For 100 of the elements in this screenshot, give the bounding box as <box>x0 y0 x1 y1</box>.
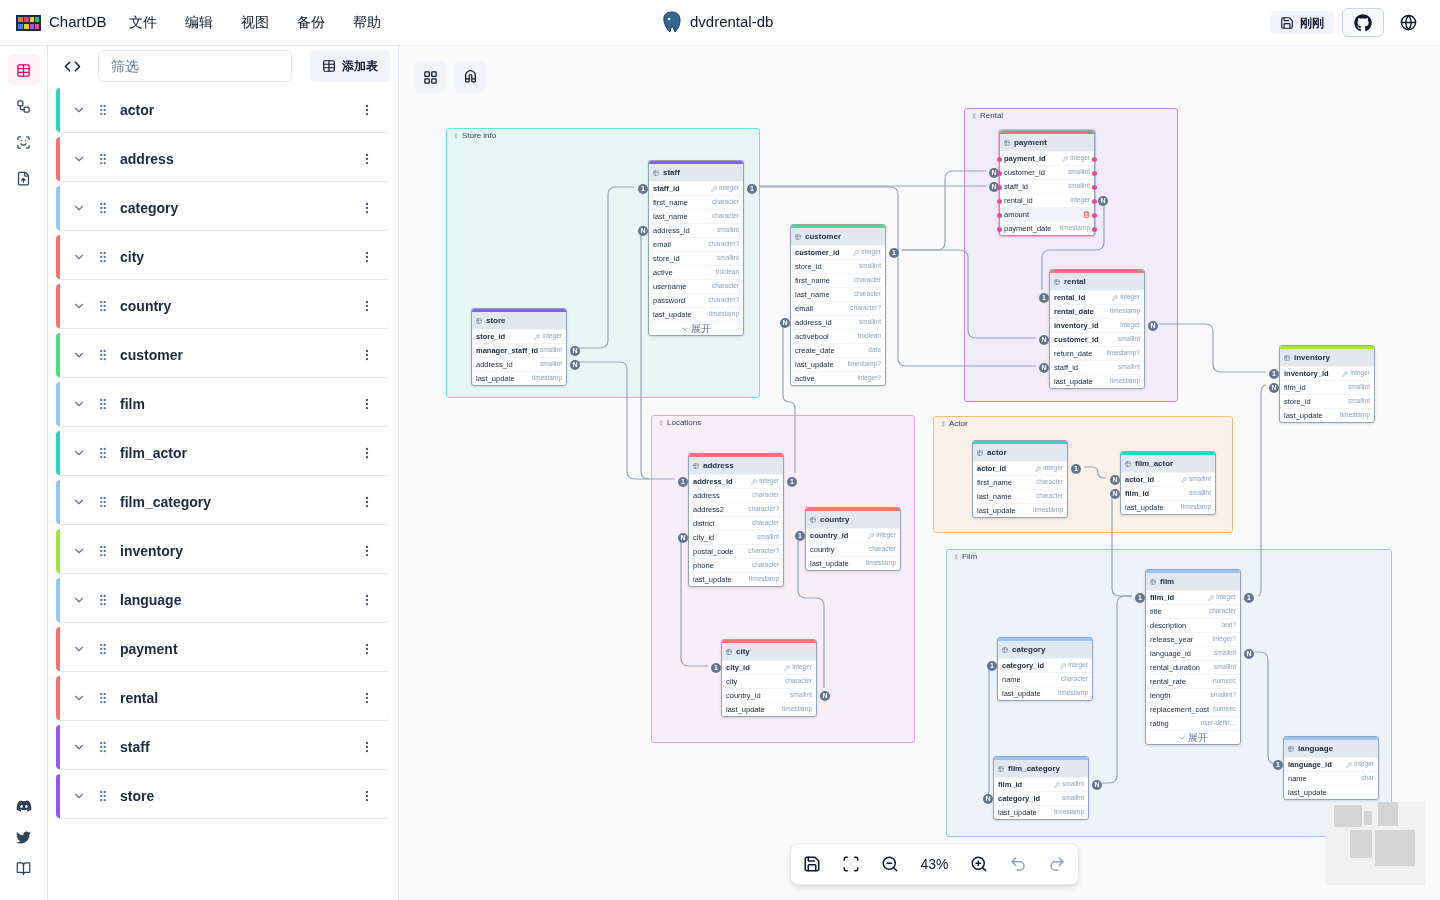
github-icon <box>1354 13 1372 32</box>
save-button[interactable] <box>803 855 821 873</box>
connection-handle[interactable] <box>997 184 1002 190</box>
table-icon <box>1125 460 1131 467</box>
menu-item[interactable]: 编辑 <box>184 12 213 33</box>
key-icon <box>1053 781 1060 788</box>
table-icon <box>1284 354 1290 361</box>
menu-item[interactable]: 文件 <box>128 12 157 33</box>
add-table-button[interactable]: 添加表 <box>310 50 390 82</box>
table-name: film <box>1160 575 1175 588</box>
key-icon <box>868 532 875 539</box>
key-icon <box>751 478 758 485</box>
discord-icon[interactable] <box>15 798 32 814</box>
connection-handle[interactable] <box>1092 170 1097 176</box>
key-icon <box>1035 465 1042 472</box>
connection-handle[interactable] <box>1092 198 1097 204</box>
table-icon <box>653 169 659 176</box>
table-icon <box>977 449 983 456</box>
globe-icon <box>1399 14 1417 31</box>
filter-field[interactable]: 筛选 <box>98 50 292 82</box>
database-name: dvdrental-db <box>690 12 774 32</box>
area-name: Actor <box>949 420 968 428</box>
table-icon <box>1002 646 1008 653</box>
zoom-out-button[interactable] <box>881 855 900 873</box>
app-logo-icon <box>16 14 41 31</box>
table-name: film_category <box>120 492 212 512</box>
layout-grid-button[interactable] <box>414 61 446 93</box>
book-icon[interactable] <box>16 861 31 876</box>
table-list-item[interactable]: rental <box>56 676 390 721</box>
nav-button[interactable] <box>7 54 40 86</box>
bird-icon[interactable] <box>16 830 31 845</box>
redo-icon <box>1047 855 1066 873</box>
table-name: rental <box>1064 275 1086 288</box>
menu-item[interactable]: 备份 <box>296 12 325 33</box>
table-name: category <box>1012 643 1046 656</box>
table-list-item[interactable]: customer <box>56 333 390 378</box>
menu-item[interactable]: 视图 <box>240 12 269 33</box>
table-icon <box>810 516 816 523</box>
table-list-item[interactable]: film <box>56 382 390 427</box>
save-icon <box>803 855 821 873</box>
connection-handle[interactable] <box>1092 184 1097 190</box>
save-button[interactable]: 刚刚 <box>1270 11 1334 34</box>
table-name: city <box>736 645 750 658</box>
table-list-item[interactable]: store <box>56 774 390 819</box>
key-icon <box>1180 476 1187 483</box>
table-list-item[interactable]: language <box>56 578 390 623</box>
table-name: customer <box>120 345 184 365</box>
table-name: country <box>120 296 172 316</box>
drag-handle-icon[interactable] <box>658 420 664 426</box>
zoom-level: 43% <box>920 854 949 874</box>
connection-handle[interactable] <box>997 226 1002 232</box>
connection-handle[interactable] <box>1092 226 1097 232</box>
connection-handle[interactable] <box>997 198 1002 204</box>
table-list-item[interactable]: inventory <box>56 529 390 574</box>
key-icon <box>1112 294 1119 301</box>
area-name: Film <box>962 553 978 561</box>
database-logo-icon <box>662 11 682 34</box>
expand-button[interactable]: 展开 <box>1178 732 1208 743</box>
expand-button[interactable]: 展开 <box>681 323 711 334</box>
connection-handle[interactable] <box>997 156 1002 162</box>
table-name: staff <box>663 166 680 179</box>
table-list-item[interactable]: staff <box>56 725 390 770</box>
table-name: inventory <box>120 541 183 561</box>
table-name: country <box>820 513 850 526</box>
table-name: film_category <box>1008 762 1061 775</box>
drag-handle-icon[interactable] <box>453 133 459 139</box>
trash-icon[interactable] <box>1083 211 1090 218</box>
connection-handle[interactable] <box>1092 212 1097 218</box>
drag-handle-icon[interactable] <box>940 421 946 427</box>
fit-view-button[interactable] <box>842 855 861 873</box>
zoom-in-button[interactable] <box>969 855 988 873</box>
table-list-item[interactable]: city <box>56 235 390 280</box>
table-name: address <box>703 459 734 472</box>
table-icon <box>998 765 1004 772</box>
zoom-out-icon <box>881 855 900 873</box>
table-list-item[interactable]: address <box>56 137 390 182</box>
table-list-item[interactable]: film_category <box>56 480 390 525</box>
table-name: inventory <box>1294 351 1330 364</box>
drag-handle-icon[interactable] <box>953 554 959 560</box>
save-icon <box>1280 15 1294 30</box>
table-list-item[interactable]: category <box>56 186 390 231</box>
drag-handle-icon[interactable] <box>971 113 977 119</box>
scan-frame-icon <box>16 134 31 150</box>
menu-item[interactable]: 帮助 <box>352 12 381 33</box>
key-icon <box>1346 761 1353 768</box>
relationship-line <box>1083 466 1107 479</box>
magnet-button[interactable] <box>454 61 486 93</box>
github-button[interactable] <box>1342 8 1384 37</box>
undo-icon <box>1008 855 1027 873</box>
connection-handle[interactable] <box>997 170 1002 176</box>
table-list-item[interactable]: actor <box>56 88 390 133</box>
table-list-item[interactable]: country <box>56 284 390 329</box>
table-list-item[interactable]: payment <box>56 627 390 672</box>
connection-handle[interactable] <box>997 212 1002 218</box>
key-icon <box>853 249 860 256</box>
key-icon <box>1060 662 1067 669</box>
table-name: actor <box>120 100 155 120</box>
connection-handle[interactable] <box>1092 156 1097 162</box>
table-list-item[interactable]: film_actor <box>56 431 390 476</box>
table-icon <box>322 59 336 73</box>
